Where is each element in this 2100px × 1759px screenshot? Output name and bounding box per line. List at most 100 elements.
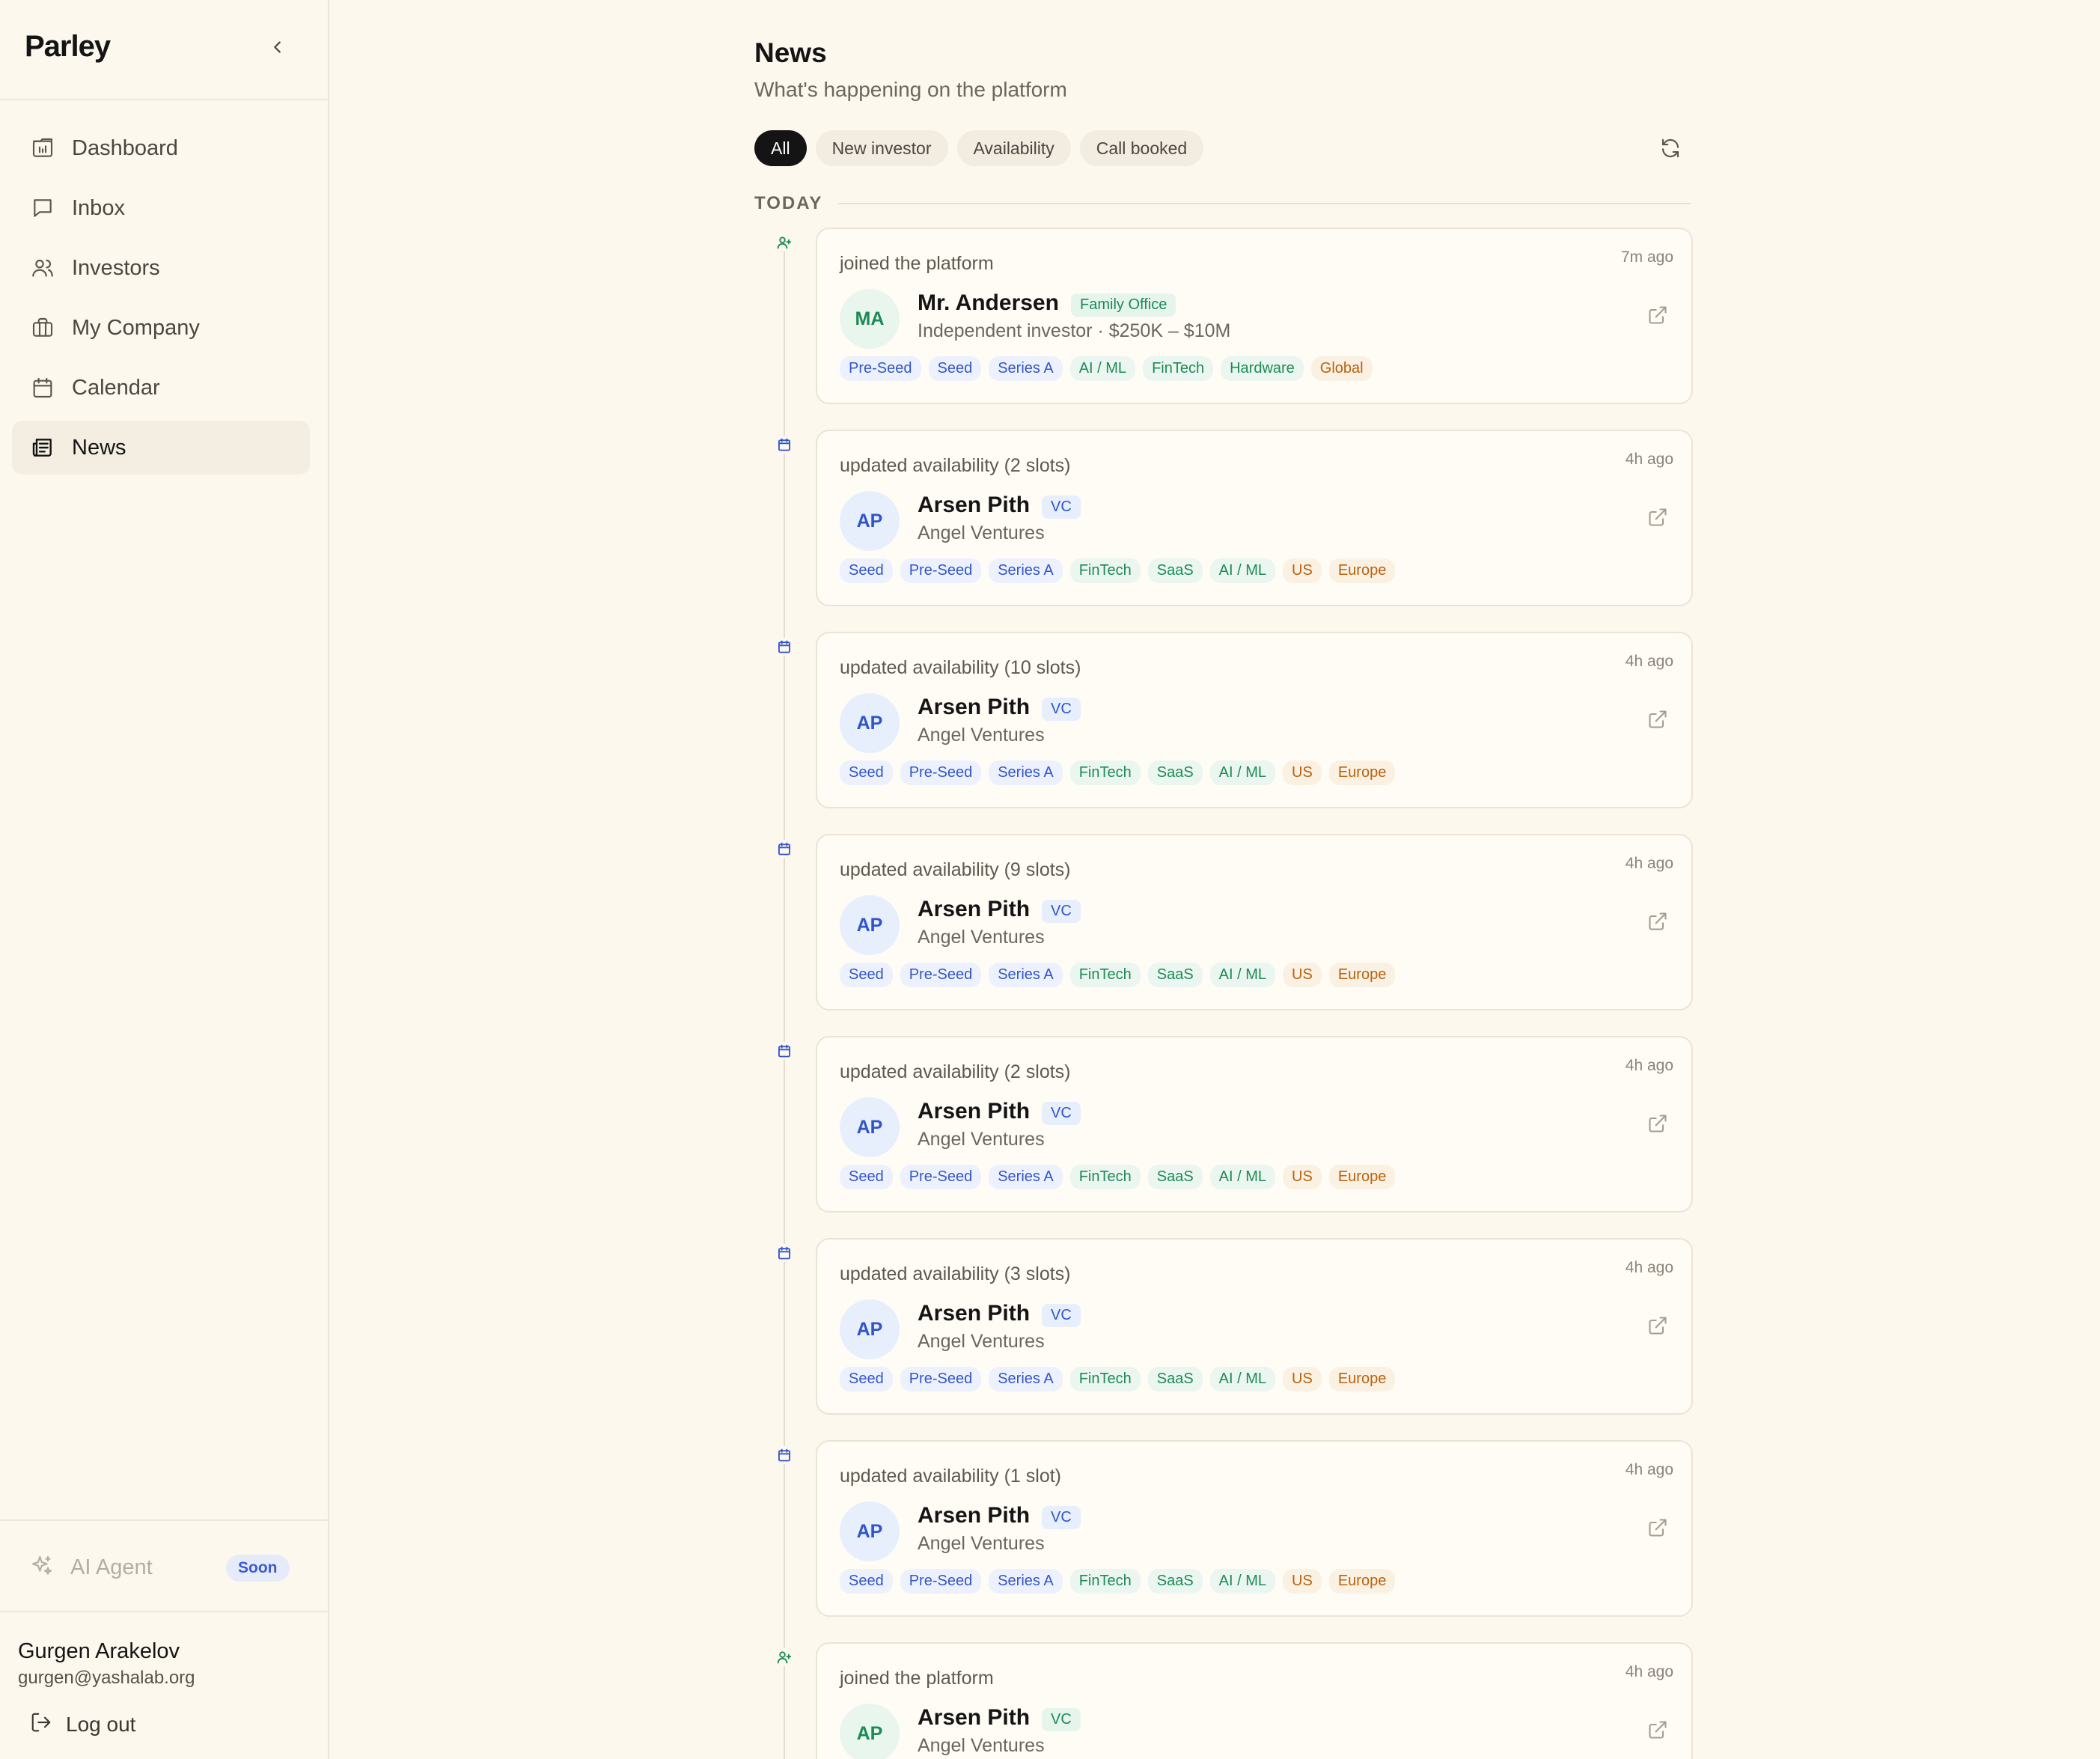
sector-tag: AI / ML: [1069, 356, 1136, 381]
external-link-icon: [1647, 305, 1668, 329]
investor-name[interactable]: Arsen Pith: [918, 1705, 1030, 1731]
calendar-icon: [775, 436, 793, 454]
sidebar-item-label: Dashboard: [72, 135, 178, 160]
stage-tag: Pre-Seed: [900, 963, 982, 987]
investor-type-badge: VC: [1042, 1506, 1081, 1529]
news-timestamp: 4h ago: [1625, 653, 1673, 670]
news-card[interactable]: updated availability (9 slots) 4h ago AP Ar…: [816, 834, 1693, 1010]
news-card[interactable]: joined the platform 7m ago MA Mr. Andersen F…: [816, 228, 1693, 404]
filter-chip-all[interactable]: All: [754, 130, 807, 166]
timeline-line: [784, 249, 785, 1759]
refresh-button[interactable]: [1657, 135, 1684, 162]
avatar: MA: [840, 289, 900, 349]
investor-type-badge: VC: [1042, 1102, 1081, 1125]
open-external-link[interactable]: [1646, 1114, 1669, 1136]
sector-tag: FinTech: [1069, 963, 1141, 987]
user-plus-icon: [775, 234, 793, 251]
page-title: News: [754, 37, 827, 68]
stage-tag: Seed: [928, 356, 982, 381]
investor-subline: Angel Ventures: [918, 1129, 1045, 1150]
sidebar-item-investors[interactable]: Investors: [12, 241, 310, 295]
open-external-link[interactable]: [1646, 507, 1669, 530]
geo-tag: Europe: [1328, 558, 1396, 583]
filter-chip-availability[interactable]: Availability: [956, 130, 1071, 166]
investor-name[interactable]: Arsen Pith: [918, 695, 1030, 720]
stage-tag: Series A: [989, 1165, 1063, 1189]
user-plus-icon: [775, 1648, 793, 1666]
calendar-icon: [775, 1446, 793, 1464]
sidebar-item-inbox[interactable]: Inbox: [12, 181, 310, 235]
tag-list: Seed Pre-Seed Series A FinTech SaaS AI / ML US…: [840, 558, 1402, 583]
sector-tag: AI / ML: [1209, 558, 1276, 583]
stage-tag: Pre-Seed: [900, 1569, 982, 1594]
geo-tag: US: [1283, 1367, 1322, 1391]
investor-type-badge: Family Office: [1071, 293, 1176, 317]
open-external-link[interactable]: [1646, 710, 1669, 732]
sidebar-item-calendar[interactable]: Calendar: [12, 361, 310, 415]
sector-tag: AI / ML: [1209, 1165, 1276, 1189]
calendar-icon: [775, 1244, 793, 1262]
sparkles-icon: [30, 1554, 54, 1582]
news-card[interactable]: updated availability (3 slots) 4h ago AP Ar…: [816, 1238, 1693, 1415]
sector-tag: Hardware: [1221, 356, 1304, 381]
brand-logo: Parley: [25, 30, 111, 63]
user-name: Gurgen Arakelov: [18, 1639, 180, 1663]
tag-list: Pre-Seed Seed Series A AI / ML FinTech Hardwa…: [840, 356, 1380, 381]
geo-tag: US: [1283, 1165, 1322, 1189]
sidebar-item-label: Investors: [72, 255, 160, 280]
stage-tag: Series A: [989, 963, 1063, 987]
investor-name[interactable]: Arsen Pith: [918, 1099, 1030, 1124]
news-timestamp: 4h ago: [1625, 855, 1673, 872]
sidebar-item-dashboard[interactable]: Dashboard: [12, 121, 310, 175]
news-card[interactable]: updated availability (2 slots) 4h ago AP Ar…: [816, 1036, 1693, 1213]
investor-subline: Angel Ventures: [918, 1533, 1045, 1554]
logout-button[interactable]: Log out: [30, 1711, 135, 1737]
investor-type-badge: VC: [1042, 900, 1081, 923]
filter-chip-call-booked[interactable]: Call booked: [1079, 130, 1204, 166]
investor-name[interactable]: Arsen Pith: [918, 1301, 1030, 1326]
sector-tag: FinTech: [1143, 356, 1214, 381]
news-card[interactable]: updated availability (1 slot) 4h ago AP Ars…: [816, 1440, 1693, 1617]
news-action: updated availability (10 slots): [840, 657, 1081, 678]
external-link-icon: [1647, 709, 1668, 734]
investor-name[interactable]: Arsen Pith: [918, 493, 1030, 518]
sidebar-item-label: Calendar: [72, 375, 160, 400]
avatar: AP: [840, 1704, 900, 1759]
sidebar-item-label: Inbox: [72, 195, 125, 220]
news-action: updated availability (9 slots): [840, 859, 1071, 880]
news-card[interactable]: joined the platform 4h ago AP Arsen Pith VC A…: [816, 1642, 1693, 1759]
filter-chip-new-investor[interactable]: New investor: [815, 130, 948, 166]
open-external-link[interactable]: [1646, 1316, 1669, 1338]
external-link-icon: [1647, 1517, 1668, 1542]
open-external-link[interactable]: [1646, 1720, 1669, 1743]
investor-name[interactable]: Arsen Pith: [918, 1503, 1030, 1528]
sector-tag: SaaS: [1147, 963, 1203, 987]
geo-tag: US: [1283, 760, 1322, 785]
sector-tag: SaaS: [1147, 558, 1203, 583]
logout-icon: [30, 1711, 52, 1737]
stage-tag: Series A: [989, 760, 1063, 785]
open-external-link[interactable]: [1646, 305, 1669, 328]
investor-type-badge: VC: [1042, 496, 1081, 519]
news-card[interactable]: updated availability (2 slots) 4h ago AP Ar…: [816, 430, 1693, 606]
news-action: updated availability (2 slots): [840, 1061, 1071, 1082]
investor-name[interactable]: Arsen Pith: [918, 897, 1030, 922]
logout-label: Log out: [66, 1712, 136, 1736]
news-card[interactable]: updated availability (10 slots) 4h ago AP A…: [816, 632, 1693, 808]
tag-list: Seed Pre-Seed Series A FinTech SaaS AI / ML US…: [840, 1569, 1402, 1594]
sector-tag: FinTech: [1069, 760, 1141, 785]
stage-tag: Seed: [840, 1367, 893, 1391]
ai-agent-item: AI Agent Soon: [30, 1554, 290, 1582]
collapse-sidebar-button[interactable]: [265, 34, 290, 60]
investor-type-badge: VC: [1042, 698, 1081, 721]
open-external-link[interactable]: [1646, 912, 1669, 934]
sidebar-item-my-company[interactable]: My Company: [12, 301, 310, 355]
sidebar-item-news[interactable]: News: [12, 421, 310, 475]
user-email: gurgen@yashalab.org: [18, 1668, 195, 1688]
open-external-link[interactable]: [1646, 1518, 1669, 1540]
geo-tag: Global: [1310, 356, 1373, 381]
external-link-icon: [1647, 1113, 1668, 1138]
investor-subline: Angel Ventures: [918, 1735, 1045, 1756]
stage-tag: Seed: [840, 1569, 893, 1594]
investor-name[interactable]: Mr. Andersen: [918, 290, 1059, 316]
